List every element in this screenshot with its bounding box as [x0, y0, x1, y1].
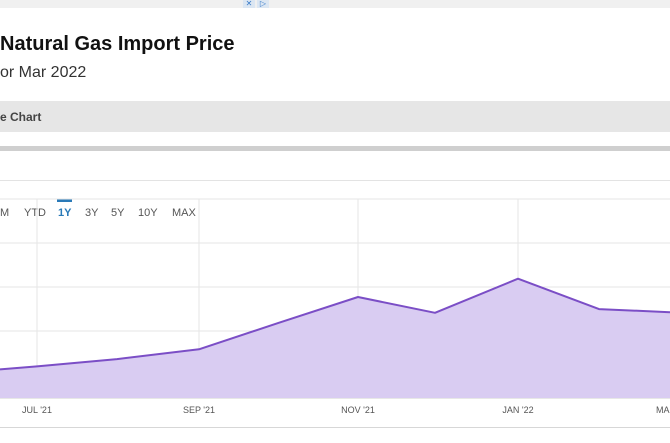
- chart-series: [0, 277, 670, 398]
- price-chart: JUL '21 SEP '21 NOV '21 JAN '22 MA: [0, 198, 670, 415]
- price-area: [0, 278, 670, 398]
- x-tick-label: NOV '21: [341, 405, 375, 415]
- x-tick-label: JAN '22: [502, 405, 533, 415]
- x-tick-label: MA: [656, 405, 670, 415]
- x-axis-ticks: JUL '21 SEP '21 NOV '21 JAN '22 MA: [22, 405, 669, 415]
- x-tick-label: SEP '21: [183, 405, 215, 415]
- x-tick-label: JUL '21: [22, 405, 52, 415]
